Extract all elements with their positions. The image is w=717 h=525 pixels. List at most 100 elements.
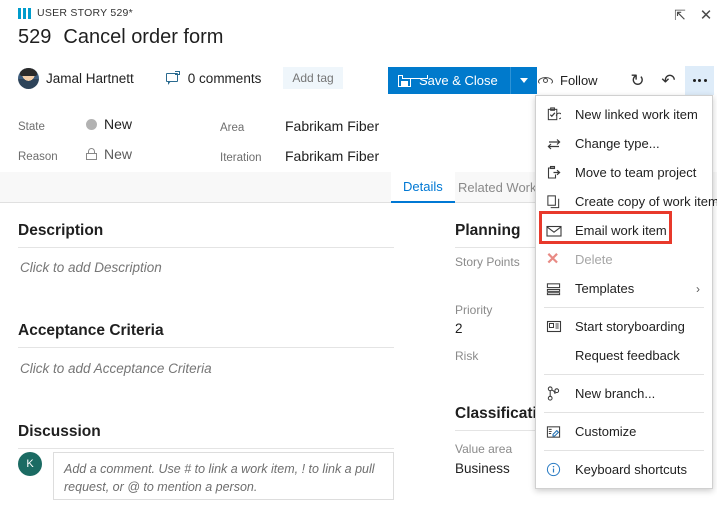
lock-icon [86, 148, 97, 160]
move-icon [546, 165, 566, 181]
save-and-close-button[interactable]: Save & Close [388, 67, 537, 94]
state-label: State [18, 120, 45, 133]
no-icon [546, 348, 566, 364]
acceptance-criteria-heading: Acceptance Criteria [18, 322, 164, 339]
menu-item-email-work-item[interactable]: Email work item [536, 216, 712, 245]
description-divider [18, 247, 394, 248]
branch-icon [546, 386, 566, 402]
acceptance-criteria-placeholder[interactable]: Click to add Acceptance Criteria [20, 361, 212, 376]
more-actions-context-menu: New linked work item Change type... Move… [535, 95, 717, 489]
follow-label: Follow [560, 73, 598, 88]
menu-item-label: Create copy of work item... [575, 194, 717, 209]
menu-item-label: Change type... [575, 136, 660, 151]
eye-icon [538, 75, 554, 87]
storyboard-icon [546, 319, 566, 335]
menu-separator [544, 450, 704, 451]
menu-item-label: Start storyboarding [575, 319, 685, 334]
menu-item-label: Templates [575, 281, 635, 296]
comment-placeholder: Add a comment. Use # to link a work item… [64, 462, 375, 495]
work-item-form: USER STORY 529* 529 Cancel order form Ja… [0, 0, 717, 525]
menu-item-label: Request feedback [575, 348, 680, 363]
chevron-down-icon [519, 78, 528, 83]
menu-item-start-storyboarding[interactable]: Start storyboarding [536, 312, 712, 341]
comments-count-label: 0 comments [187, 70, 262, 86]
menu-item-label: Keyboard shortcuts [575, 462, 688, 477]
linked-work-item-icon [546, 107, 566, 123]
follow-button[interactable]: Follow [538, 68, 598, 93]
reason-value: New [86, 146, 132, 162]
menu-item-label: Move to team project [575, 165, 697, 180]
work-item-type-label: USER STORY 529* [37, 7, 133, 19]
work-item-title[interactable]: Cancel order form [63, 26, 223, 49]
priority-label: Priority [455, 303, 493, 317]
undo-button[interactable]: ↶ [654, 66, 683, 95]
value-area-label: Value area [455, 442, 513, 456]
info-icon [546, 462, 566, 478]
menu-separator [544, 374, 704, 375]
story-points-label: Story Points [455, 255, 520, 269]
email-icon [546, 223, 566, 239]
copy-icon [546, 194, 566, 210]
undo-icon: ↶ [661, 71, 676, 90]
menu-item-label: New linked work item [575, 107, 698, 122]
save-options-dropdown[interactable] [509, 67, 537, 94]
menu-item-label: New branch... [575, 386, 656, 401]
assigned-to-label[interactable]: Jamal Hartnett [46, 71, 134, 86]
iteration-label: Iteration [220, 152, 262, 164]
value-area-value[interactable]: Business [455, 461, 510, 476]
save-and-close-main[interactable]: Save & Close [388, 67, 510, 94]
classification-heading: Classificati [455, 405, 537, 422]
classification-divider [455, 430, 535, 431]
save-icon [398, 74, 428, 88]
menu-item-request-feedback[interactable]: Request feedback [536, 341, 712, 370]
work-item-header: USER STORY 529* 529 Cancel order form Ja… [0, 0, 717, 104]
comment-icon [165, 70, 181, 85]
menu-item-create-copy-of-work-item[interactable]: Create copy of work item... [536, 187, 717, 216]
description-placeholder[interactable]: Click to add Description [20, 260, 162, 275]
customize-icon [546, 424, 566, 440]
refresh-icon: ↻ [630, 71, 645, 90]
discussion-avatar: K [18, 452, 42, 476]
priority-value[interactable]: 2 [455, 321, 463, 336]
discussion-divider [18, 448, 394, 449]
menu-item-templates[interactable]: Templates › [536, 274, 712, 303]
iteration-value: Fabrikam Fiber [285, 148, 380, 164]
chevron-right-icon: › [696, 281, 700, 296]
area-field[interactable]: Area Fabrikam Fiber [220, 118, 379, 134]
avatar [18, 67, 39, 89]
state-value: New [86, 116, 132, 132]
menu-item-label: Delete [575, 252, 613, 267]
discussion-heading: Discussion [18, 423, 101, 440]
acceptance-criteria-divider [18, 347, 394, 348]
description-heading: Description [18, 222, 104, 239]
save-and-close-label: Save & Close [419, 73, 498, 88]
reason-field[interactable]: Reason New [18, 146, 132, 163]
menu-separator [544, 412, 704, 413]
work-item-meta-row: Jamal Hartnett 0 comments Add tag [18, 65, 343, 91]
menu-item-new-linked-work-item[interactable]: New linked work item [536, 100, 712, 129]
comment-input[interactable]: Add a comment. Use # to link a work item… [53, 452, 394, 500]
menu-item-move-to-team-project[interactable]: Move to team project [536, 158, 712, 187]
add-tag-button[interactable]: Add tag [283, 67, 343, 89]
menu-item-new-branch[interactable]: New branch... [536, 379, 712, 408]
comments-button[interactable]: 0 comments [165, 70, 262, 86]
reason-label: Reason [18, 151, 58, 163]
menu-item-change-type[interactable]: Change type... [536, 129, 712, 158]
state-field[interactable]: State New [18, 116, 132, 133]
menu-item-keyboard-shortcuts[interactable]: Keyboard shortcuts [536, 455, 712, 484]
area-label: Area [220, 122, 245, 134]
more-ellipsis-icon [692, 79, 707, 82]
iteration-field[interactable]: Iteration Fabrikam Fiber [220, 148, 379, 164]
menu-item-label: Email work item [575, 223, 667, 238]
delete-x-icon: ✕ [546, 250, 560, 268]
more-actions-button[interactable] [685, 66, 714, 95]
change-type-icon [546, 136, 566, 152]
close-icon[interactable]: ✕ [696, 5, 716, 25]
refresh-button[interactable]: ↻ [623, 66, 652, 95]
menu-item-customize[interactable]: Customize [536, 417, 712, 446]
collapse-icon[interactable]: ⇱ [670, 5, 690, 25]
user-story-icon [18, 7, 31, 19]
area-value: Fabrikam Fiber [285, 118, 380, 134]
state-dot-icon [86, 118, 97, 130]
menu-separator [544, 307, 704, 308]
